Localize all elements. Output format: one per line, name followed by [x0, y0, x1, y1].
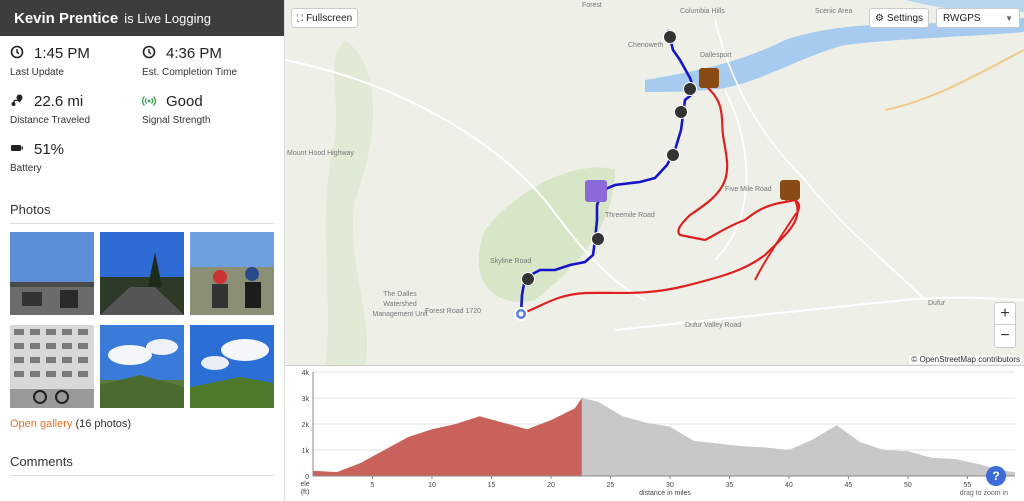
x-tick-label: 25: [607, 482, 615, 489]
place-label: Scenic Area: [815, 8, 853, 15]
stat-value: 22.6 mi: [34, 92, 84, 110]
y-tick-label: 4k: [302, 370, 310, 377]
stat-last-update: 1:45 PM Last Update: [10, 42, 142, 79]
place-label: The Dalles Watershed Management Unit: [372, 291, 428, 318]
gallery-row: Open gallery (16 photos): [0, 408, 284, 430]
photo-thumbnail[interactable]: [100, 232, 184, 315]
route-icon: [10, 93, 26, 109]
route-map[interactable]: Forest Chenoweth Dallesport The Dalles W…: [285, 0, 1024, 365]
gear-icon: ⚙: [874, 12, 884, 24]
y-axis-label-line: ele: [300, 481, 309, 488]
place-label: Chenoweth: [628, 42, 664, 49]
elevation-area-remaining: [581, 398, 1015, 476]
live-logging-app: Kevin Prentice is Live Logging 1:45 PM L…: [0, 0, 1024, 501]
x-tick-label: 45: [845, 482, 853, 489]
y-tick-label: 0: [305, 474, 309, 481]
elevation-area-completed: [313, 398, 582, 476]
stat-label: Battery: [10, 163, 42, 174]
x-tick-label: 35: [726, 482, 734, 489]
place-label: Forest Road 1720: [425, 308, 482, 315]
map-attribution[interactable]: © OpenStreetMap contributors: [909, 355, 1022, 364]
help-button[interactable]: ?: [986, 466, 1006, 486]
stat-value: 4:36 PM: [166, 44, 222, 62]
zoom-out-button[interactable]: −: [995, 325, 1015, 347]
elevation-chart: 4k 3k 2k 1k 0 5 10 15 20 25 30 35 40 45 50 55 ele (ft) dis…: [300, 370, 1015, 497]
stat-battery: 51% Battery: [10, 138, 142, 175]
stat-label: Est. Completion Time: [142, 67, 238, 78]
zoom-control: + −: [994, 302, 1016, 348]
stat-signal: Good Signal Strength: [142, 90, 274, 127]
photo-thumbnail[interactable]: [190, 232, 274, 315]
x-tick-label: 40: [785, 482, 793, 489]
stat-label: Distance Traveled: [10, 115, 91, 126]
camera-icon[interactable]: [674, 105, 688, 119]
photo-thumbnail[interactable]: [10, 325, 94, 408]
picnic-icon[interactable]: [780, 180, 800, 200]
zoom-in-button[interactable]: +: [995, 303, 1015, 325]
camera-icon[interactable]: [663, 30, 677, 44]
signal-icon: [142, 93, 158, 109]
photo-grid: [0, 224, 284, 408]
battery-icon: [10, 141, 26, 157]
x-axis-label: distance in miles: [639, 490, 691, 497]
x-tick-label: 15: [488, 482, 496, 489]
monument-icon[interactable]: [585, 180, 607, 202]
y-axis-label-line: (ft): [301, 489, 310, 496]
camera-icon[interactable]: [683, 82, 697, 96]
clock-icon: [10, 45, 26, 61]
stat-value: Good: [166, 92, 203, 110]
elevation-profile[interactable]: 4k 3k 2k 1k 0 5 10 15 20 25 30 35 40 45 50 55 ele (ft) dis…: [285, 365, 1024, 501]
photo-thumbnail[interactable]: [100, 325, 184, 408]
comments-heading: Comments: [10, 448, 274, 476]
camera-icon[interactable]: [521, 272, 535, 286]
stats-grid: 1:45 PM Last Update 4:36 PM Est. Complet…: [0, 36, 284, 175]
x-tick-label: 10: [428, 482, 436, 489]
place-label: Columbia Hills: [680, 8, 725, 15]
fullscreen-button[interactable]: ⛶ Fullscreen: [291, 8, 358, 28]
fullscreen-icon: ⛶: [296, 12, 304, 23]
place-label: Dallesport: [700, 52, 732, 59]
place-label: Forest: [582, 2, 602, 9]
x-tick-label: 50: [904, 482, 912, 489]
x-tick-label: 30: [666, 482, 674, 489]
stat-value: 1:45 PM: [34, 44, 90, 62]
stat-distance: 22.6 mi Distance Traveled: [10, 90, 142, 127]
y-tick-label: 2k: [302, 422, 310, 429]
photo-thumbnail[interactable]: [10, 232, 94, 315]
stat-est-completion: 4:36 PM Est. Completion Time: [142, 42, 274, 79]
place-label: Five Mile Road: [725, 186, 772, 193]
place-label: Dufur: [928, 300, 946, 307]
photos-heading: Photos: [10, 196, 274, 224]
stat-value: 51%: [34, 140, 65, 158]
settings-button[interactable]: ⚙ Settings: [869, 8, 929, 28]
y-axis-label: ele (ft): [300, 481, 309, 496]
status-text: is Live Logging: [124, 10, 211, 26]
chevron-down-icon: ▼: [1005, 13, 1013, 23]
zoom-hint: drag to zoom in: [960, 490, 1008, 497]
rider-name[interactable]: Kevin Prentice: [14, 10, 118, 27]
x-tick-label: 5: [371, 482, 375, 489]
coffee-icon[interactable]: [699, 68, 719, 88]
gallery-count: (16 photos): [75, 418, 132, 430]
sidebar-header: Kevin Prentice is Live Logging: [0, 0, 284, 36]
camera-icon[interactable]: [666, 148, 680, 162]
photo-thumbnail[interactable]: [190, 325, 274, 408]
stat-label: Signal Strength: [142, 115, 211, 126]
map-layer-select[interactable]: RWGPS ▼: [936, 8, 1020, 28]
camera-icon[interactable]: [591, 232, 605, 246]
place-label: Threemile Road: [605, 212, 655, 219]
y-tick-label: 1k: [302, 448, 310, 455]
clock-icon: [142, 45, 158, 61]
x-tick-label: 55: [964, 482, 972, 489]
place-label: Skyline Road: [490, 258, 532, 265]
y-tick-label: 3k: [302, 396, 310, 403]
sidebar: Kevin Prentice is Live Logging 1:45 PM L…: [0, 0, 285, 501]
stat-label: Last Update: [10, 67, 64, 78]
x-tick-label: 20: [547, 482, 555, 489]
open-gallery-link[interactable]: Open gallery: [10, 418, 72, 430]
place-label: Dufur Valley Road: [685, 322, 742, 329]
place-label: Mount Hood Highway: [287, 150, 354, 157]
